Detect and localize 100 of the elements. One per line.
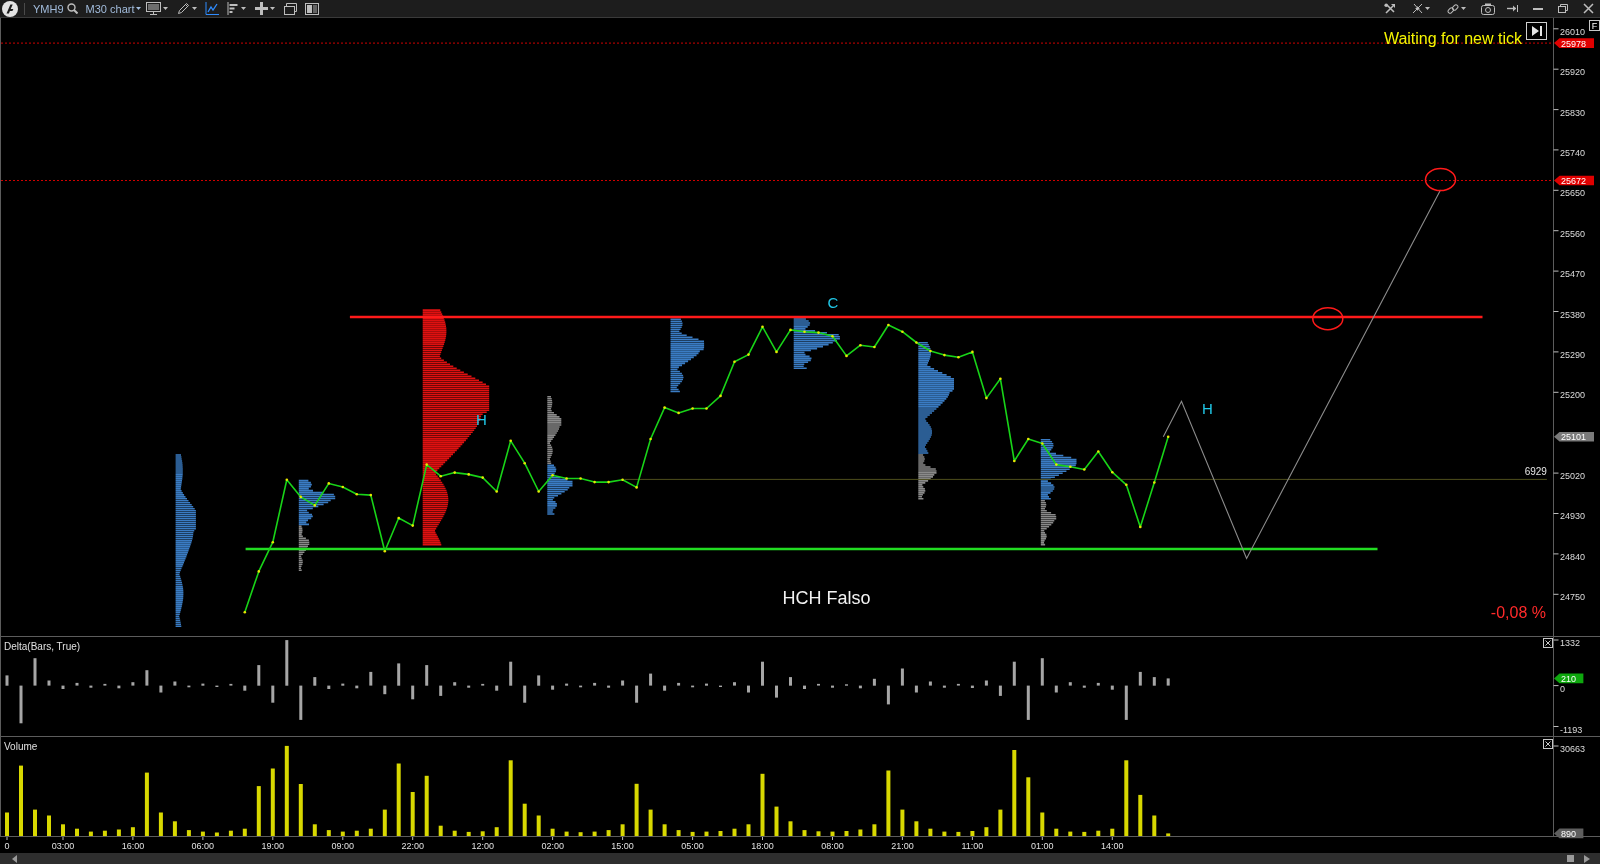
price-tag: 25672 bbox=[1554, 175, 1594, 186]
delta-bar bbox=[1082, 685, 1086, 688]
arrow-bar-icon[interactable] bbox=[1507, 5, 1518, 12]
delta-bar bbox=[775, 685, 778, 698]
delta-bar bbox=[1054, 685, 1058, 693]
display-menu-button[interactable] bbox=[146, 1, 169, 16]
drawing-menu-button[interactable] bbox=[177, 1, 198, 16]
volume-bar bbox=[1068, 831, 1073, 836]
volume-bar bbox=[550, 828, 555, 836]
play-icon[interactable] bbox=[1584, 854, 1590, 863]
symbol-button[interactable]: YMH9 bbox=[33, 1, 64, 16]
delta-bar bbox=[998, 685, 1002, 696]
volume-bar bbox=[1040, 812, 1045, 836]
volume-bar bbox=[858, 829, 863, 836]
volume-bar bbox=[648, 809, 653, 836]
volume-bar bbox=[228, 830, 233, 836]
delta-bar bbox=[5, 675, 9, 686]
pane-title: Delta(Bars, True) bbox=[4, 640, 81, 652]
minimize-icon[interactable] bbox=[1533, 7, 1543, 10]
close-icon[interactable] bbox=[1543, 638, 1553, 648]
volume-bar bbox=[970, 831, 975, 836]
volume-bar bbox=[984, 827, 989, 836]
volume-bar bbox=[676, 830, 681, 836]
y-tick-label: 890 bbox=[1561, 828, 1577, 839]
delta-bar bbox=[1138, 671, 1142, 686]
ref-line-label: 25978 bbox=[1561, 38, 1587, 49]
axis-label: 25830 bbox=[1560, 107, 1586, 118]
volume-bar bbox=[200, 831, 205, 836]
indicators-menu-button[interactable] bbox=[227, 1, 247, 16]
delta-bar bbox=[579, 685, 583, 688]
delta-bar bbox=[914, 685, 918, 693]
pattern-label: H bbox=[476, 411, 487, 429]
volume-bar bbox=[75, 828, 79, 836]
volume-bar bbox=[214, 832, 219, 836]
camera-icon[interactable] bbox=[1481, 2, 1495, 15]
delta-bar bbox=[1012, 661, 1016, 686]
volume-bar bbox=[47, 815, 51, 836]
delta-bar bbox=[327, 685, 331, 689]
time-axis-label: 21:00 bbox=[891, 841, 914, 851]
axis-label: -1193 bbox=[1560, 724, 1583, 735]
delta-bar bbox=[313, 677, 317, 686]
axis-mode-button[interactable]: F bbox=[1589, 20, 1600, 31]
value-label: 6929 bbox=[1524, 466, 1547, 478]
link-menu-button[interactable] bbox=[1447, 1, 1466, 16]
horizontal-scrollbar[interactable] bbox=[0, 853, 1600, 864]
last-value-tag: 890 bbox=[1554, 828, 1584, 839]
timeframe-button[interactable]: M30 chart bbox=[85, 1, 142, 16]
delta-bar bbox=[47, 680, 51, 686]
delta-bar bbox=[761, 661, 764, 686]
volume-bar bbox=[886, 770, 891, 836]
time-axis-label: 18:00 bbox=[751, 841, 774, 851]
pattern-label: C bbox=[827, 293, 839, 311]
delta-bar bbox=[1166, 678, 1170, 686]
delta-bar bbox=[355, 685, 359, 689]
volume-bar bbox=[872, 824, 877, 836]
ref-line-label: 25672 bbox=[1561, 175, 1587, 186]
line-chart-icon[interactable] bbox=[205, 2, 220, 15]
volume-profile bbox=[793, 318, 840, 369]
axis-label: 1332 bbox=[1560, 638, 1581, 648]
delta-bar bbox=[970, 685, 974, 688]
volume-bar bbox=[298, 784, 303, 836]
volume-bar bbox=[354, 830, 359, 836]
sparkle-menu-button[interactable] bbox=[1412, 1, 1430, 16]
change-percent: -0,08 % bbox=[1490, 604, 1546, 621]
close-icon[interactable] bbox=[1583, 3, 1594, 14]
volume-bar bbox=[102, 830, 107, 836]
volume-bar bbox=[690, 831, 695, 836]
restore-icon[interactable] bbox=[1558, 4, 1568, 13]
volume-bar bbox=[536, 815, 541, 836]
volume-bar bbox=[1110, 828, 1115, 836]
volume-bar bbox=[788, 821, 793, 836]
axis-label: 24930 bbox=[1560, 511, 1586, 522]
skip-to-end-icon bbox=[1532, 26, 1542, 36]
delta-bar bbox=[928, 681, 932, 686]
delta-bar bbox=[495, 685, 499, 691]
windows-icon[interactable] bbox=[284, 2, 298, 15]
volume-bar bbox=[704, 831, 709, 836]
delta-bar bbox=[369, 671, 373, 686]
axis-label: 25560 bbox=[1560, 228, 1586, 239]
close-icon[interactable] bbox=[1543, 739, 1553, 749]
volume-bar bbox=[382, 809, 387, 836]
volume-bar bbox=[620, 824, 625, 836]
delta-bar bbox=[649, 673, 653, 686]
search-icon[interactable] bbox=[66, 3, 78, 14]
delta-bar bbox=[187, 685, 191, 688]
panels-icon[interactable] bbox=[305, 2, 320, 15]
delta-bar bbox=[858, 685, 862, 689]
tools-icon[interactable] bbox=[1384, 2, 1396, 15]
scroll-to-end-button[interactable] bbox=[1526, 22, 1547, 40]
delta-bar bbox=[537, 675, 541, 686]
logo-icon[interactable] bbox=[2, 0, 18, 17]
volume-bar bbox=[578, 832, 583, 836]
delta-bar bbox=[271, 685, 275, 703]
delta-bar bbox=[677, 682, 681, 686]
price-tag: 25978 bbox=[1554, 38, 1594, 49]
scroll-left-icon[interactable] bbox=[12, 854, 17, 863]
volume-bar bbox=[1166, 833, 1171, 836]
volume-bar bbox=[732, 828, 737, 836]
delta-bar bbox=[872, 678, 876, 686]
crosshair-menu-button[interactable] bbox=[255, 1, 276, 16]
